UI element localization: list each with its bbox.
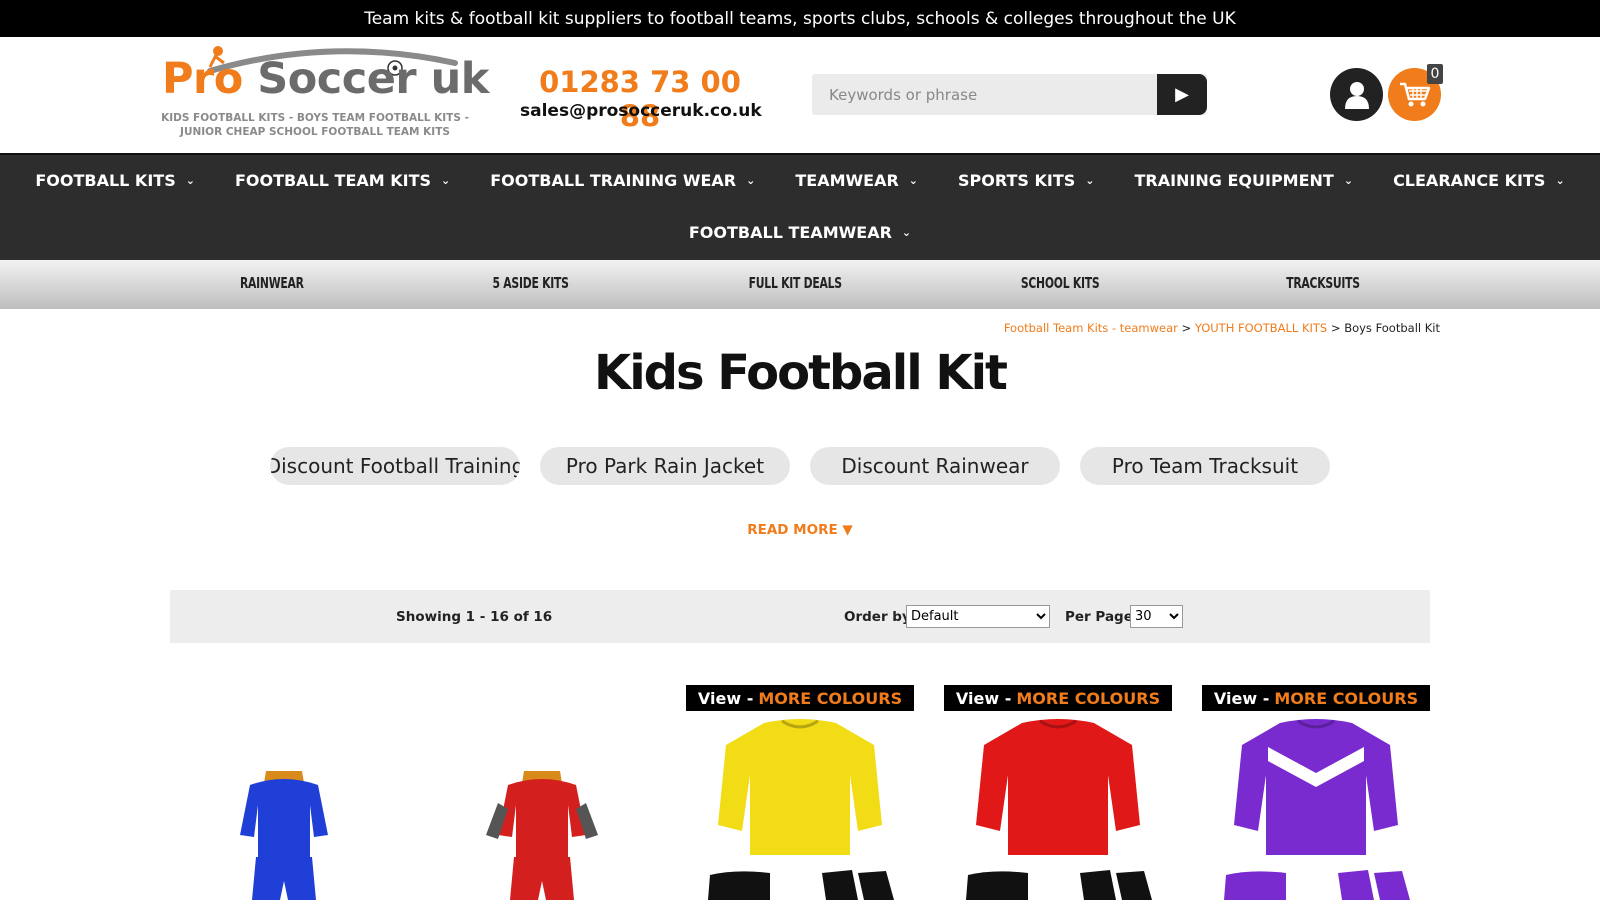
nav-football-kits[interactable]: FOOTBALL KITS ⌄ bbox=[15, 168, 215, 192]
shirt-shape bbox=[976, 719, 1140, 855]
cart-icon bbox=[1399, 82, 1430, 106]
subnav-school-kits[interactable]: SCHOOL KITS bbox=[1021, 274, 1100, 292]
nav-label: CLEARANCE KITS bbox=[1393, 170, 1546, 190]
subnav-full-kit-deals[interactable]: FULL KIT DEALS bbox=[749, 274, 842, 292]
main-navigation: FOOTBALL KITS ⌄ FOOTBALL TEAM KITS ⌄ FOOTB… bbox=[0, 153, 1600, 260]
nav-label: TRAINING EQUIPMENT bbox=[1134, 170, 1334, 190]
nav-label: SPORTS KITS bbox=[958, 170, 1076, 190]
product-card[interactable]: View - MORE COLOURS bbox=[1202, 685, 1430, 900]
breadcrumb-link-youth-kits[interactable]: YOUTH FOOTBALL KITS bbox=[1195, 321, 1327, 335]
main-nav-row-2: FOOTBALL TEAMWEAR ⌄ bbox=[0, 220, 1600, 244]
player-kit-shape bbox=[486, 771, 598, 900]
read-more-label: READ MORE bbox=[747, 522, 838, 538]
logo-word-pro: Pro bbox=[162, 54, 243, 104]
product-card[interactable] bbox=[428, 685, 656, 900]
cart-count-badge: 0 bbox=[1427, 64, 1443, 84]
account-button[interactable] bbox=[1330, 68, 1383, 121]
per-page-label: Per Page bbox=[1065, 609, 1133, 625]
user-icon bbox=[1344, 81, 1369, 109]
banner-more-colours-text: MORE COLOURS bbox=[758, 688, 903, 708]
shirt-shape bbox=[718, 719, 882, 855]
logo-wordmark: Pro Soccer uk bbox=[162, 54, 489, 104]
banner-more-colours-text: MORE COLOURS bbox=[1274, 688, 1419, 708]
play-arrow-icon: ▶ bbox=[1175, 84, 1189, 105]
kit-image bbox=[486, 771, 598, 900]
shorts-and-socks-shape bbox=[1224, 870, 1410, 900]
nav-football-teamwear[interactable]: FOOTBALL TEAMWEAR ⌄ bbox=[669, 220, 931, 244]
chevron-down-icon: ⌄ bbox=[185, 173, 195, 187]
nav-clearance-kits[interactable]: CLEARANCE KITS ⌄ bbox=[1373, 168, 1585, 192]
chevron-down-icon: ⌄ bbox=[441, 173, 451, 187]
player-kit-shape bbox=[240, 771, 328, 900]
kit-image bbox=[240, 771, 328, 900]
read-more-link[interactable]: READ MORE ▼ bbox=[0, 522, 1600, 538]
kit-image bbox=[966, 719, 1152, 900]
secondary-navigation: RAINWEAR 5 ASIDE KITS FULL KIT DEALS SCH… bbox=[0, 260, 1600, 309]
top-announcement-bar: Team kits & football kit suppliers to fo… bbox=[0, 0, 1600, 37]
shirt-shape bbox=[1234, 719, 1398, 855]
search-button[interactable]: ▶ bbox=[1157, 74, 1207, 115]
product-card[interactable]: View - MORE COLOURS bbox=[944, 685, 1172, 900]
chevron-down-icon: ⌄ bbox=[746, 173, 756, 187]
listing-toolbar: Showing 1 - 16 of 16 Order by Default Pe… bbox=[170, 590, 1430, 643]
shorts-and-socks-shape bbox=[966, 870, 1152, 900]
product-card[interactable] bbox=[170, 685, 398, 900]
nav-label: FOOTBALL TEAM KITS bbox=[234, 170, 432, 190]
banner-more-colours-text: MORE COLOURS bbox=[1016, 688, 1161, 708]
category-pill[interactable]: Pro Park Rain Jacket bbox=[540, 447, 790, 485]
kit-image bbox=[708, 719, 894, 900]
nav-label: FOOTBALL TRAINING WEAR bbox=[490, 170, 737, 190]
breadcrumb-current: Boys Football Kit bbox=[1344, 321, 1440, 335]
nav-training-equipment[interactable]: TRAINING EQUIPMENT ⌄ bbox=[1114, 168, 1373, 192]
chevron-down-icon: ⌄ bbox=[901, 225, 912, 239]
per-page-select[interactable]: 30 bbox=[1130, 605, 1183, 628]
nav-label: TEAMWEAR bbox=[795, 170, 899, 190]
announcement-text: Team kits & football kit suppliers to fo… bbox=[364, 8, 1236, 29]
subnav-tracksuits[interactable]: TRACKSUITS bbox=[1286, 274, 1360, 292]
category-pill[interactable]: Discount Football Training bbox=[270, 447, 520, 485]
search-box: ▶ bbox=[812, 74, 1207, 115]
triangle-down-icon: ▼ bbox=[842, 522, 853, 538]
more-colours-banner[interactable]: View - MORE COLOURS bbox=[1202, 685, 1430, 711]
breadcrumb-separator: > bbox=[1181, 321, 1192, 335]
site-logo[interactable]: Pro Soccer uk KIDS FOOTBALL KITS - BOYS … bbox=[160, 37, 489, 147]
banner-view-text: View - bbox=[697, 688, 754, 708]
phone-number[interactable]: 01283 73 00 88 bbox=[520, 65, 760, 133]
order-by-label: Order by bbox=[844, 609, 911, 625]
chevron-down-icon: ⌄ bbox=[1085, 173, 1095, 187]
breadcrumb-separator: > bbox=[1330, 321, 1341, 335]
more-colours-banner[interactable]: View - MORE COLOURS bbox=[686, 685, 914, 711]
nav-teamwear[interactable]: TEAMWEAR ⌄ bbox=[775, 168, 938, 192]
results-count: Showing 1 - 16 of 16 bbox=[396, 609, 553, 625]
breadcrumb-link-teamwear[interactable]: Football Team Kits - teamwear bbox=[1004, 321, 1178, 335]
search-input[interactable] bbox=[812, 74, 1155, 115]
category-pill[interactable]: Pro Team Tracksuit bbox=[1080, 447, 1330, 485]
kit-image bbox=[1224, 719, 1410, 900]
shorts-and-socks-shape bbox=[708, 870, 894, 900]
subnav-5-aside-kits[interactable]: 5 ASIDE KITS bbox=[493, 274, 569, 292]
nav-football-team-kits[interactable]: FOOTBALL TEAM KITS ⌄ bbox=[215, 168, 470, 192]
logo-tagline: KIDS FOOTBALL KITS - BOYS TEAM FOOTBALL … bbox=[161, 112, 469, 138]
chevron-down-icon: ⌄ bbox=[1343, 173, 1354, 187]
nav-football-training-wear[interactable]: FOOTBALL TRAINING WEAR ⌄ bbox=[470, 168, 775, 192]
nav-label: FOOTBALL KITS bbox=[35, 170, 176, 190]
chevron-down-icon: ⌄ bbox=[1555, 173, 1565, 187]
nav-label: FOOTBALL TEAMWEAR bbox=[688, 222, 892, 242]
page-title: Kids Football Kit bbox=[594, 345, 1008, 401]
nav-sports-kits[interactable]: SPORTS KITS ⌄ bbox=[938, 168, 1114, 192]
product-card[interactable]: View - MORE COLOURS bbox=[686, 685, 914, 900]
banner-view-text: View - bbox=[955, 688, 1012, 708]
subnav-rainwear[interactable]: RAINWEAR bbox=[240, 274, 304, 292]
chevron-down-icon: ⌄ bbox=[908, 173, 918, 187]
logo-word-soccer-uk: Soccer uk bbox=[257, 54, 489, 104]
category-pill[interactable]: Discount Rainwear bbox=[810, 447, 1060, 485]
main-nav-row-1: FOOTBALL KITS ⌄ FOOTBALL TEAM KITS ⌄ FOOTB… bbox=[0, 168, 1600, 192]
banner-view-text: View - bbox=[1213, 688, 1270, 708]
email-address[interactable]: sales@prosocceruk.co.uk bbox=[520, 101, 762, 121]
order-by-select[interactable]: Default bbox=[906, 605, 1050, 628]
site-header: Pro Soccer uk KIDS FOOTBALL KITS - BOYS … bbox=[0, 37, 1600, 153]
breadcrumb: Football Team Kits - teamwear > YOUTH FO… bbox=[1004, 321, 1440, 335]
more-colours-banner[interactable]: View - MORE COLOURS bbox=[944, 685, 1172, 711]
